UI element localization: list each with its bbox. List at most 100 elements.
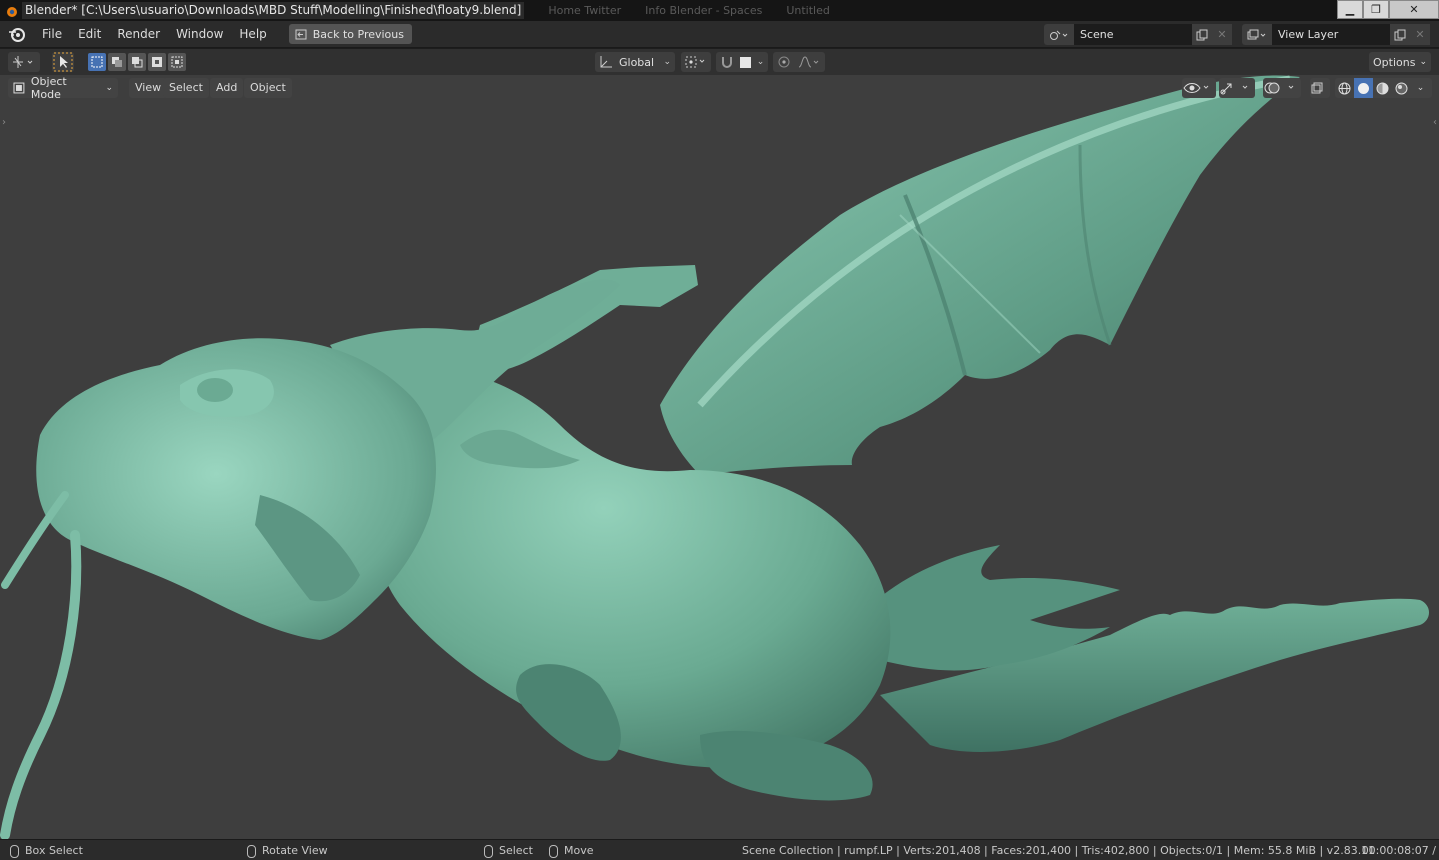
view-layer-name-field[interactable]: View Layer [1272, 24, 1390, 45]
extend-selection-icon[interactable] [108, 53, 126, 71]
select-label: Select [499, 844, 533, 857]
gizmo-icon [1220, 83, 1248, 95]
status-select: Select [484, 843, 533, 858]
menu-help[interactable]: Help [231, 24, 274, 44]
viewport-header: Object Mode ⌄ View Select Add Object ⌄ [0, 75, 1439, 101]
invert-selection-icon[interactable] [148, 53, 166, 71]
3d-viewport-icon [13, 56, 33, 68]
falloff-curve-icon [798, 56, 819, 68]
set-new-selection-icon[interactable] [88, 53, 106, 71]
chevron-down-icon: ⌄ [1419, 57, 1427, 67]
status-bar: Box Select Rotate View Select Move Scene… [0, 839, 1439, 860]
sidebar-expand-arrow-icon[interactable]: ‹ [1433, 117, 1437, 128]
minimize-button[interactable]: ▁ [1337, 0, 1363, 19]
eye-icon [1183, 83, 1209, 93]
status-rotate-view: Rotate View [247, 843, 328, 858]
viewport-menu-add[interactable]: Add [210, 78, 244, 98]
viewport-menu-object[interactable]: Object [244, 78, 292, 98]
overlays-dropdown[interactable] [1263, 78, 1301, 98]
object-mode-icon [13, 82, 25, 94]
top-menu-bar: File Edit Render Window Help Back to Pre… [0, 21, 1439, 48]
visibility-dropdown[interactable] [1182, 78, 1216, 98]
overlays-icon [1264, 82, 1294, 94]
viewport-menu-view[interactable]: View [129, 78, 168, 98]
view-layer-icon [1247, 29, 1266, 39]
scene-browse-button[interactable] [1044, 24, 1074, 45]
menu-edit[interactable]: Edit [70, 24, 109, 44]
object-mode-label: Object Mode [30, 75, 67, 101]
back-to-previous-label: Back to Previous [312, 27, 404, 41]
back-arrow-icon [295, 29, 307, 39]
intersect-selection-icon[interactable] [168, 53, 186, 71]
menu-file[interactable]: File [34, 24, 70, 44]
blender-logo-icon[interactable] [8, 25, 26, 43]
viewport-menu-select[interactable]: Select [163, 78, 209, 98]
x-icon: ✕ [1415, 28, 1425, 41]
chevron-down-icon: ⌄ [663, 57, 671, 67]
background-tab: Info Blender - Spaces [645, 4, 763, 17]
options-label: Options [1373, 55, 1416, 69]
snap-magnet-icon [721, 57, 732, 68]
box-select-label: Box Select [25, 844, 83, 857]
scene-name-field[interactable]: Scene [1074, 24, 1192, 45]
close-window-button[interactable]: ✕ [1389, 0, 1439, 19]
options-dropdown[interactable]: Options ⌄ [1369, 52, 1431, 72]
pivot-point-icon [685, 56, 705, 68]
new-view-layer-button[interactable] [1390, 24, 1410, 45]
menu-window[interactable]: Window [168, 24, 231, 44]
3d-viewport[interactable]: Object Mode ⌄ View Select Add Object ⌄ ›… [0, 75, 1439, 839]
rotate-view-label: Rotate View [262, 844, 328, 857]
mouse-left-icon [10, 844, 19, 858]
proportional-editing-group[interactable] [773, 52, 825, 72]
mouse-middle-icon [247, 844, 256, 858]
copy-icon [1394, 29, 1406, 40]
snapping-group[interactable]: ⌄ [716, 52, 768, 72]
select-cursor-icon [53, 52, 73, 72]
global-axes-icon [600, 56, 612, 68]
maximize-button[interactable]: ❐ [1363, 0, 1389, 19]
background-tab: Untitled [786, 4, 830, 17]
pivot-point-dropdown[interactable] [681, 52, 711, 72]
mouse-left-icon [484, 844, 493, 858]
xray-toggle[interactable] [1310, 78, 1330, 98]
x-icon: ✕ [1217, 28, 1227, 41]
solid-shading-icon[interactable] [1354, 78, 1373, 98]
active-tool-button[interactable] [52, 52, 74, 72]
dragon-sculpt-model[interactable] [0, 75, 1439, 839]
delete-scene-button[interactable]: ✕ [1212, 24, 1232, 45]
toolbar-expand-arrow-icon[interactable]: › [2, 117, 6, 128]
material-preview-icon[interactable] [1373, 78, 1392, 98]
delete-view-layer-button[interactable]: ✕ [1410, 24, 1430, 45]
chevron-down-icon: ⌄ [105, 83, 113, 93]
transform-orientation-dropdown[interactable]: Global ⌄ [595, 52, 675, 72]
status-box-select: Box Select [10, 843, 83, 858]
chevron-down-icon: ⌄ [756, 57, 765, 67]
move-label: Move [564, 844, 594, 857]
proportional-editing-icon [778, 56, 790, 68]
chevron-down-icon[interactable]: ⌄ [1411, 78, 1430, 98]
subtract-selection-icon[interactable] [128, 53, 146, 71]
selection-mode-group [88, 52, 186, 72]
back-to-previous-button[interactable]: Back to Previous [288, 24, 412, 44]
scene-icon [1050, 30, 1068, 40]
tool-settings-header: Global ⌄ ⌄ Options ⌄ [0, 49, 1439, 75]
playback-time: 00:00:08:07 / [1361, 844, 1436, 857]
background-tab: Home Twitter [548, 4, 622, 17]
scene-selector: Scene ✕ [1044, 24, 1232, 45]
blender-app-icon [7, 6, 17, 17]
xray-icon [1311, 82, 1323, 94]
snap-target-icon [739, 56, 751, 68]
menu-render[interactable]: Render [109, 24, 168, 44]
rendered-shading-icon[interactable] [1392, 78, 1411, 98]
gizmo-dropdown[interactable] [1219, 78, 1255, 98]
transform-orientation-label: Global [619, 55, 655, 69]
window-title: Blender* [C:\Users\usuario\Downloads\MBD… [22, 2, 525, 19]
status-move: Move [549, 843, 594, 858]
new-scene-button[interactable] [1192, 24, 1212, 45]
object-mode-dropdown[interactable]: Object Mode ⌄ [8, 75, 118, 101]
copy-icon [1196, 29, 1208, 40]
wireframe-shading-icon[interactable] [1335, 78, 1354, 98]
view-layer-browse-button[interactable] [1242, 24, 1272, 45]
editor-type-button[interactable] [8, 52, 40, 72]
mouse-drag-icon [549, 844, 558, 858]
